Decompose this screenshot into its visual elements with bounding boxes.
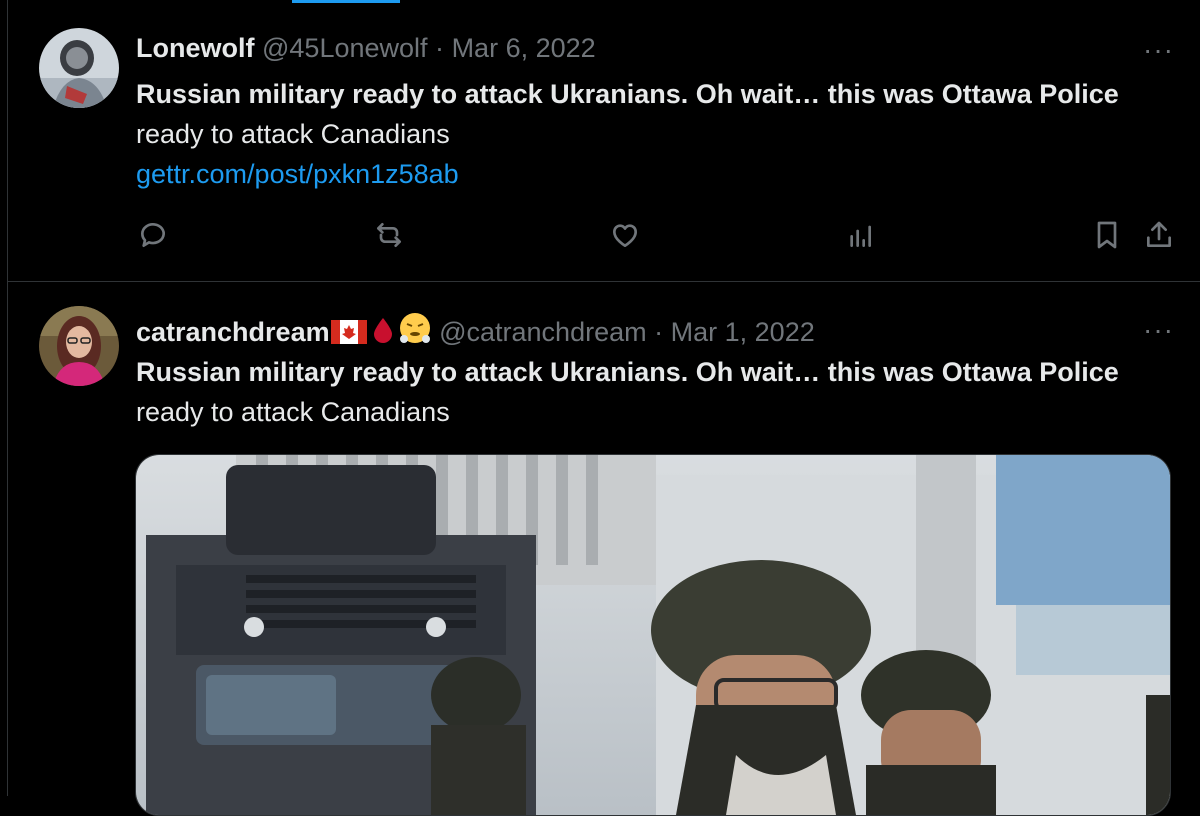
tweet-text-normal: ready to attack Canadians xyxy=(136,397,450,427)
views-icon[interactable] xyxy=(844,218,878,252)
tweet-actions xyxy=(136,218,1176,258)
avatar-image xyxy=(39,28,119,108)
tweet-text: Russian military ready to attack Ukrania… xyxy=(136,352,1176,432)
tweet-card[interactable]: Lonewolf @45Lonewolf · Mar 6, 2022 ··· R… xyxy=(8,0,1200,282)
like-icon[interactable] xyxy=(608,218,642,252)
more-options-button[interactable]: ··· xyxy=(1143,316,1174,344)
share-icon[interactable] xyxy=(1142,218,1176,252)
avatar-image xyxy=(39,306,119,386)
user-handle[interactable]: @catranchdream xyxy=(439,317,647,347)
tweet-text-bold: Russian military ready to attack Ukrania… xyxy=(136,79,1119,109)
display-name[interactable]: Lonewolf xyxy=(136,33,254,63)
reply-icon[interactable] xyxy=(136,218,170,252)
bookmark-icon[interactable] xyxy=(1090,218,1124,252)
tweet-link[interactable]: gettr.com/post/pxkn1z58ab xyxy=(136,154,1176,194)
display-name[interactable]: catranchdream xyxy=(136,317,330,347)
drop-of-blood-icon xyxy=(368,315,398,353)
steam-face-icon xyxy=(398,311,432,353)
avatar[interactable] xyxy=(39,306,119,386)
avatar[interactable] xyxy=(39,28,119,108)
user-handle[interactable]: @45Lonewolf xyxy=(262,33,428,63)
separator: · xyxy=(435,33,445,63)
tweet-date[interactable]: Mar 6, 2022 xyxy=(452,33,596,63)
more-options-button[interactable]: ··· xyxy=(1143,36,1174,64)
tweet-date[interactable]: Mar 1, 2022 xyxy=(671,317,815,347)
tweet-text-normal: ready to attack Canadians xyxy=(136,119,450,149)
tweet-text-bold: Russian military ready to attack Ukrania… xyxy=(136,357,1119,387)
tweet-card[interactable]: catranchdream @catranchdream · Mar 1, 20… xyxy=(8,282,1200,816)
tweet-text: Russian military ready to attack Ukrania… xyxy=(136,74,1176,194)
tweet-photo-image xyxy=(136,455,1170,815)
retweet-icon[interactable] xyxy=(372,218,406,252)
tweet-photo[interactable] xyxy=(135,454,1171,816)
separator: · xyxy=(654,317,664,347)
canada-flag-icon xyxy=(330,319,368,353)
